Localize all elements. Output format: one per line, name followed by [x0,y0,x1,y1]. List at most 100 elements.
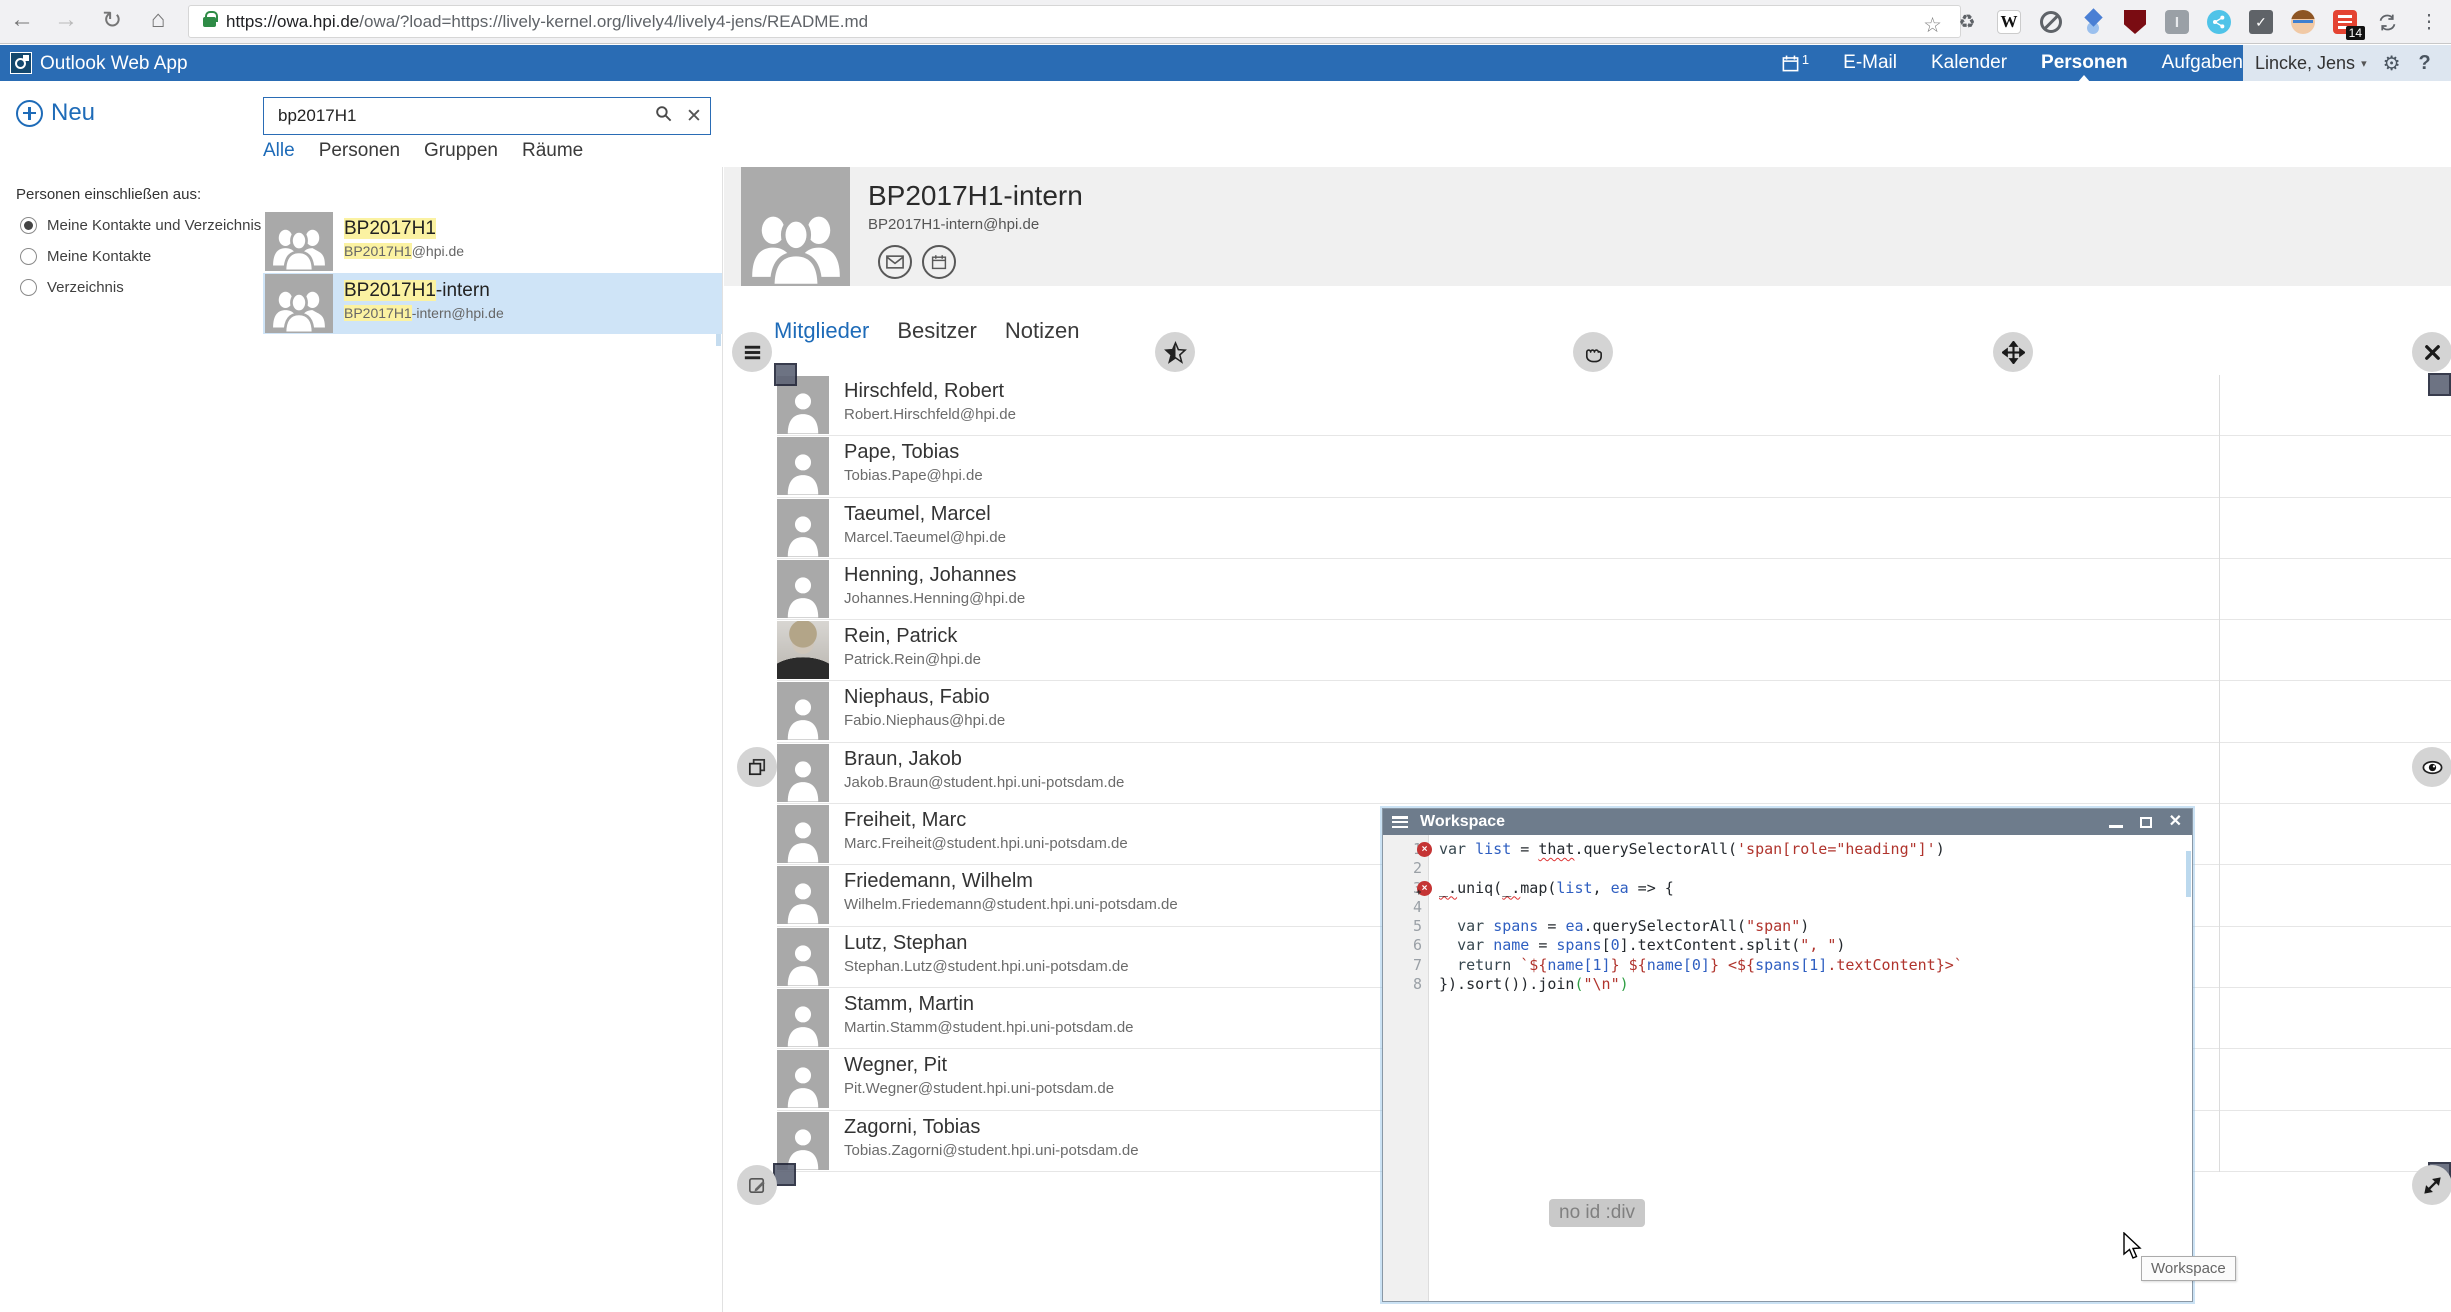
nav-aufgaben[interactable]: Aufgaben [2162,52,2243,74]
halo-copy-icon[interactable] [737,747,777,787]
workspace-editor[interactable]: 1× var list = that.querySelectorAll('spa… [1383,835,2192,1301]
bookmark-star-icon[interactable]: ☆ [1923,13,1942,38]
member-name: Niephaus, Fabio [844,686,990,709]
todoist-icon[interactable]: 14 [2331,8,2359,36]
code-line[interactable]: 1× var list = that.querySelectorAll('spa… [1383,840,2192,859]
member-row[interactable]: Rein, Patrick Patrick.Rein@hpi.de [777,620,2451,681]
plus-circle-icon [16,100,43,127]
editor-scrollbar[interactable] [2186,851,2191,897]
radio-icon[interactable] [20,217,37,234]
wikipedia-icon[interactable]: W [1995,8,2023,36]
owa-logo[interactable] [10,52,32,74]
minimize-button[interactable] [2109,825,2123,828]
code-line[interactable]: 8 }).sort()).join("\n") [1383,975,2192,994]
code-line[interactable]: 5 var spans = ea.querySelectorAll("span"… [1383,917,2192,936]
halo-menu-icon[interactable] [732,332,772,372]
inbox-icon[interactable]: ✓ [2247,8,2275,36]
help-icon[interactable]: ? [2419,52,2431,75]
scope-radio-option[interactable]: Meine Kontakte [20,241,261,272]
info-icon[interactable]: I [2163,8,2191,36]
reload-icon[interactable]: ↻ [96,6,128,35]
ublock-icon[interactable] [2121,8,2149,36]
tab-alle[interactable]: Alle [263,140,295,162]
chevron-down-icon: ▾ [2361,57,2367,70]
radio-icon[interactable] [20,279,37,296]
halo-close-icon[interactable] [2412,332,2451,372]
member-name: Braun, Jakob [844,748,962,771]
halo-inspect-eye-icon[interactable] [2412,747,2451,787]
user-section: Lincke, Jens ▾ ⚙ ? [2243,45,2451,81]
code-line[interactable]: 3×+ _.uniq(_.map(list, ea => { [1383,879,2192,898]
nav-personen[interactable]: Personen [2041,52,2128,74]
new-button[interactable]: Neu [16,99,95,127]
nav-email[interactable]: E-Mail [1843,52,1897,74]
line-number: 7 [1383,956,1429,975]
member-row[interactable]: Pape, Tobias Tobias.Pape@hpi.de [777,436,2451,497]
code-line[interactable]: 2 [1383,859,2192,878]
send-mail-button[interactable] [878,245,912,279]
maximize-button[interactable] [2140,817,2152,828]
address-bar[interactable]: https://owa.hpi.de/owa/?load=https://liv… [188,5,1961,38]
window-menu-icon[interactable] [1392,816,1408,828]
code-line[interactable]: 7 return `${name[1]} ${name[0]} <${spans… [1383,956,2192,975]
home-icon[interactable]: ⌂ [142,6,174,34]
sync-icon[interactable] [2373,8,2401,36]
error-annotation-icon[interactable]: ×+ [1417,881,1432,896]
member-avatar [777,621,829,679]
member-email: Martin.Stamm@student.hpi.uni-potsdam.de [844,1019,1134,1036]
halo-edit-icon[interactable] [737,1165,777,1205]
tab-mitglieder[interactable]: Mitglieder [774,318,869,344]
halo-move-icon[interactable] [1993,332,2033,372]
line-number: 6 [1383,936,1429,955]
search-result-row[interactable]: BP2017H1 BP2017H1@hpi.de [263,211,722,272]
workspace-titlebar[interactable]: Workspace ✕ [1383,809,2192,835]
halo-star-icon[interactable] [1155,332,1195,372]
code-line[interactable]: 4 [1383,898,2192,917]
member-row[interactable]: Niephaus, Fabio Fabio.Niephaus@hpi.de [777,681,2451,742]
schedule-meeting-button[interactable] [922,245,956,279]
member-row[interactable]: Hirschfeld, Robert Robert.Hirschfeld@hpi… [777,375,2451,436]
scope-radio-option[interactable]: Meine Kontakte und Verzeichnis [20,210,261,241]
group-avatar [265,274,333,333]
tab-besitzer[interactable]: Besitzer [897,318,976,344]
halo-grab-hand-icon[interactable] [1573,332,1613,372]
menu-dots-icon[interactable]: ⋮ [2415,8,2443,36]
member-row[interactable]: Taeumel, Marcel Marcel.Taeumel@hpi.de [777,498,2451,559]
settings-gear-icon[interactable]: ⚙ [2383,51,2401,76]
halo-resize-icon[interactable] [2412,1165,2451,1205]
halo-grabber-top-right[interactable] [2428,373,2451,396]
member-email: Marc.Freiheit@student.hpi.uni-potsdam.de [844,835,1128,852]
tab-raeume[interactable]: Räume [522,140,583,162]
error-annotation-icon[interactable]: × [1417,842,1432,857]
close-button[interactable]: ✕ [2169,814,2182,830]
tab-gruppen[interactable]: Gruppen [424,140,498,162]
search-icon[interactable] [648,104,678,128]
clear-search-icon[interactable]: ✕ [678,105,710,128]
active-tab-notch [2077,75,2091,83]
scope-radio-option[interactable]: Verzeichnis [20,272,261,303]
line-number: 2 [1383,859,1429,878]
member-row[interactable]: Henning, Johannes Johannes.Henning@hpi.d… [777,559,2451,620]
member-name: Rein, Patrick [844,625,957,648]
reminder-icon[interactable]: 1 [1781,54,1809,73]
face-icon[interactable] [2289,8,2317,36]
back-icon[interactable]: ← [6,6,38,34]
scope-radios: Meine Kontakte und Verzeichnis Meine Kon… [20,210,261,303]
user-menu[interactable]: Lincke, Jens [2255,53,2355,74]
blocker-icon[interactable] [2037,8,2065,36]
forward-icon[interactable]: → [50,6,82,34]
member-row[interactable]: Braun, Jakob Jakob.Braun@student.hpi.uni… [777,743,2451,804]
pointer-icon[interactable] [2079,8,2107,36]
code-area[interactable]: 1× var list = that.querySelectorAll('spa… [1383,835,2192,994]
search-input[interactable] [264,106,648,126]
code-line[interactable]: 6 var name = spans[0].textContent.split(… [1383,936,2192,955]
share-icon[interactable] [2205,8,2233,36]
search-result-row[interactable]: BP2017H1-intern BP2017H1-intern@hpi.de [263,273,722,334]
tab-notizen[interactable]: Notizen [1005,318,1080,344]
halo-grabber-top-left[interactable] [774,363,797,386]
recycle-icon[interactable]: ♻ [1953,8,1981,36]
radio-icon[interactable] [20,248,37,265]
result-email: BP2017H1@hpi.de [344,243,464,259]
tab-personen[interactable]: Personen [319,140,400,162]
nav-kalender[interactable]: Kalender [1931,52,2007,74]
